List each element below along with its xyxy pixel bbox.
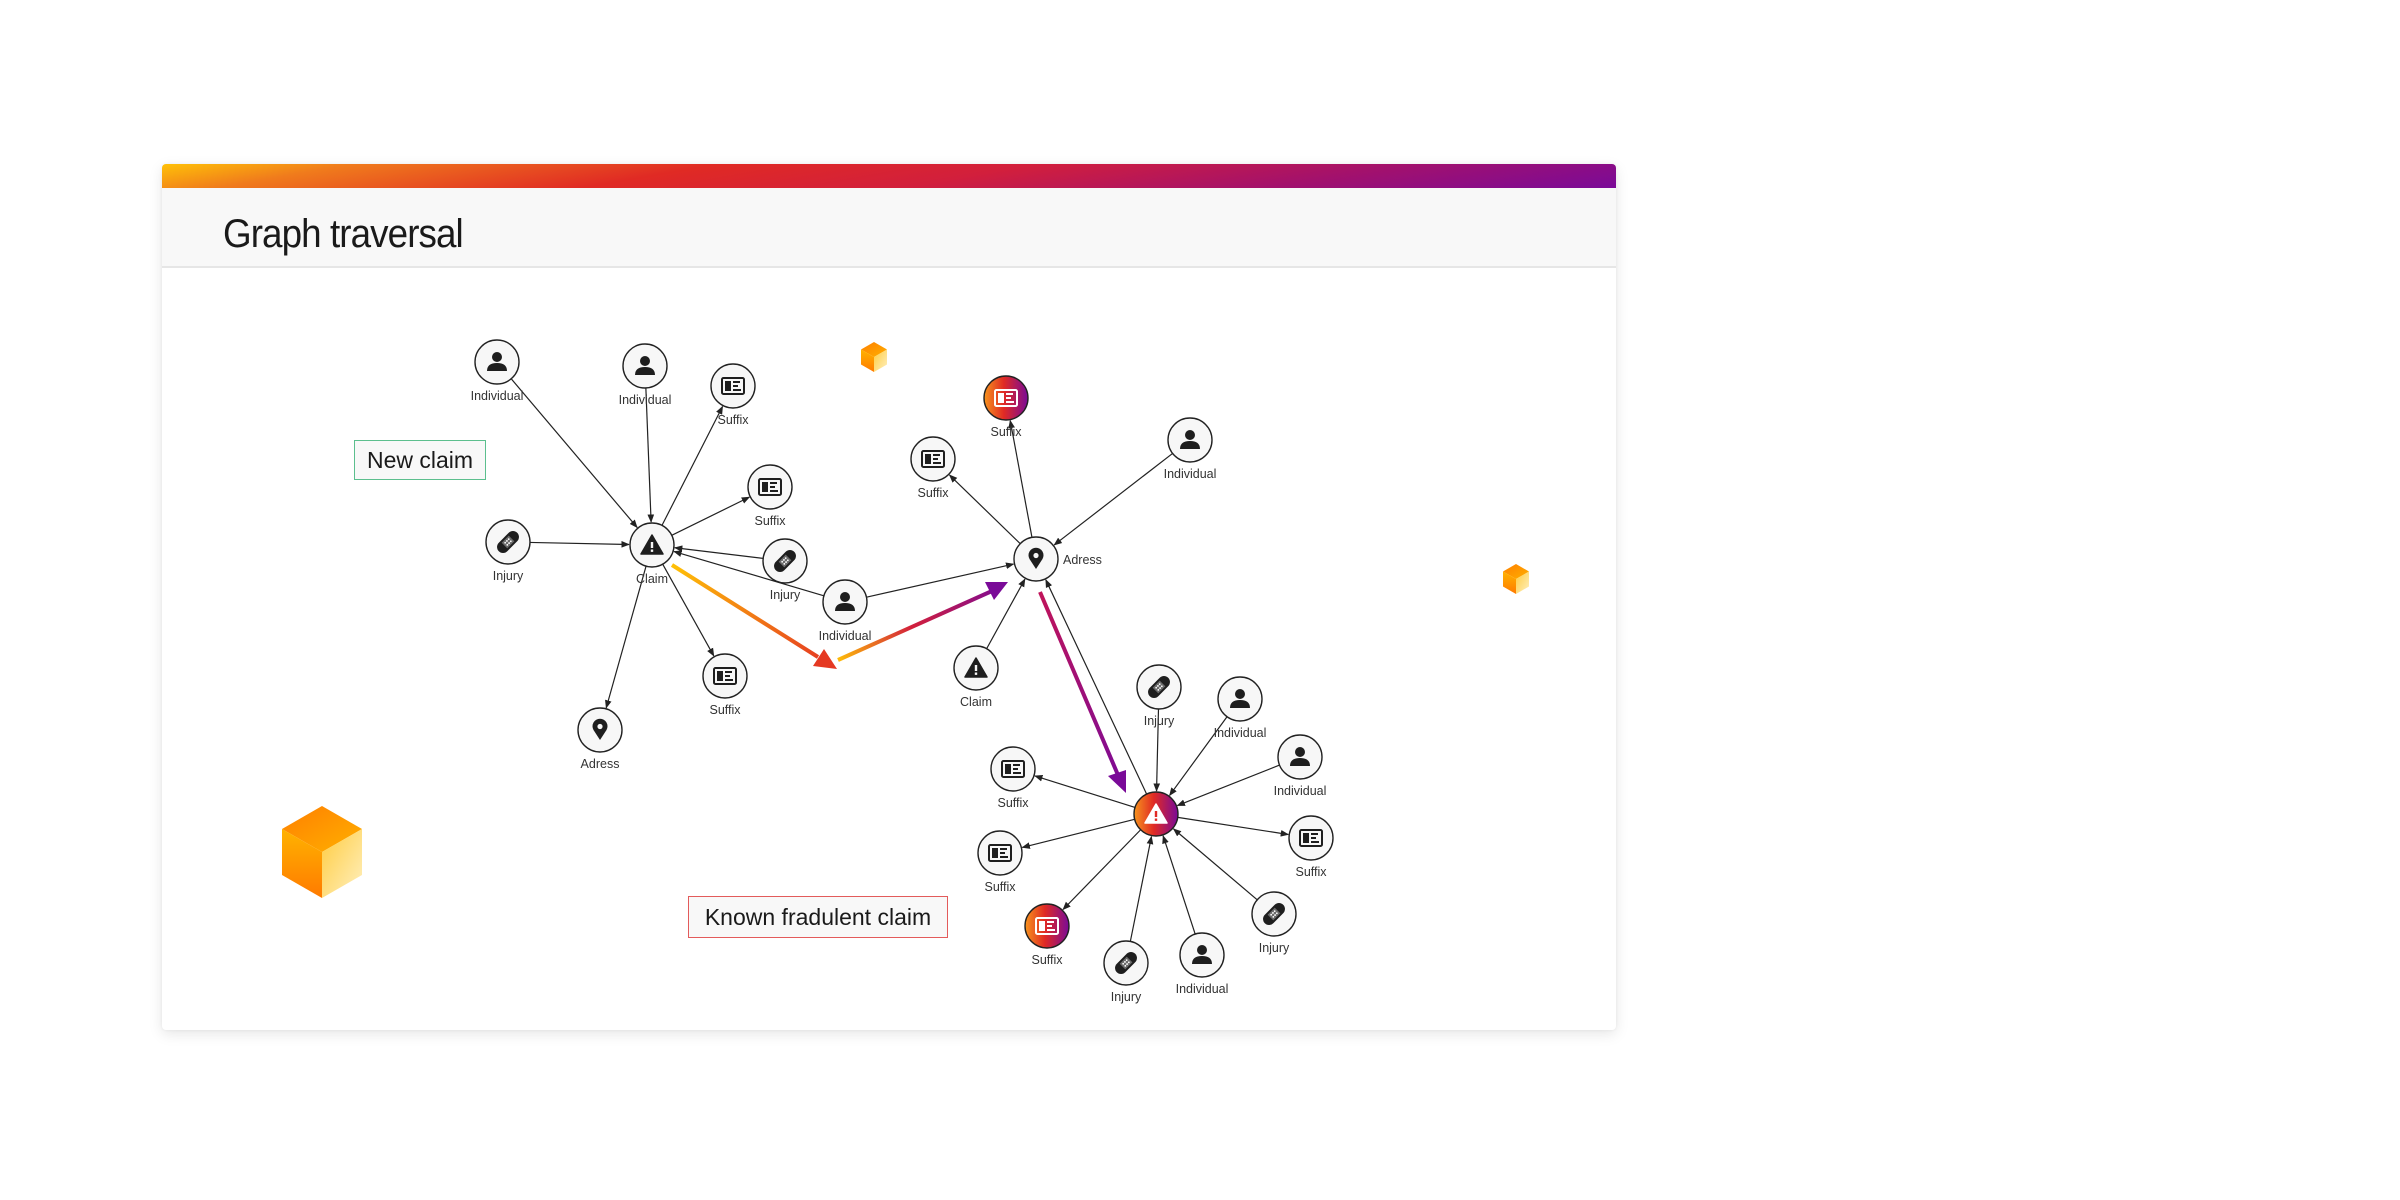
edge-i7-k1 <box>1162 835 1196 935</box>
node-label: Suffix <box>1295 865 1327 879</box>
node-label: Adress <box>581 757 620 771</box>
traversal-arrowhead-3 <box>1108 770 1126 793</box>
node-label: Individual <box>619 393 672 407</box>
node-label: Individual <box>1164 467 1217 481</box>
node-label: Injury <box>770 588 801 602</box>
node-individual-i5[interactable]: Individual <box>1214 676 1267 740</box>
new-claim-callout: New claim <box>354 440 486 480</box>
node-label: Suffix <box>717 413 749 427</box>
node-label: Individual <box>1214 726 1267 740</box>
traversal-arrowhead-1 <box>813 649 837 669</box>
node-injury-j4[interactable]: Injury <box>1251 891 1297 955</box>
node-label: Suffix <box>1031 953 1063 967</box>
node-individual-i7[interactable]: Individual <box>1176 932 1229 996</box>
node-label: Suffix <box>917 486 949 500</box>
node-suffix-s6[interactable]: Suffix <box>990 746 1036 810</box>
known-fraudulent-claim-callout: Known fradulent claim <box>688 896 948 938</box>
node-label: Individual <box>819 629 872 643</box>
node-suffix-s7[interactable]: Suffix <box>977 830 1023 894</box>
node-individual-i3[interactable]: Individual <box>819 579 872 643</box>
node-label: Suffix <box>990 425 1022 439</box>
cube-decoration-large <box>282 806 362 898</box>
node-individual-i4[interactable]: Individual <box>1164 417 1217 481</box>
edge-k1-s9 <box>1062 829 1142 911</box>
edge-a2-s5 <box>948 474 1021 545</box>
node-injury-j5[interactable]: Injury <box>1103 940 1149 1004</box>
node-adress-a1[interactable]: Adress <box>577 707 623 771</box>
node-label: Suffix <box>709 703 741 717</box>
node-label: Claim <box>960 695 992 709</box>
node-suffix-s2[interactable]: Suffix <box>747 464 793 528</box>
edge-j5-k1 <box>1129 835 1154 942</box>
traversal-arrow-3 <box>1038 591 1120 776</box>
node-label: Individual <box>471 389 524 403</box>
cube-decoration-small <box>861 342 887 372</box>
edge-c1-s2 <box>671 496 751 536</box>
node-suffix-s4[interactable]: Suffix <box>983 375 1029 439</box>
node-individual-i2[interactable]: Individual <box>619 343 672 407</box>
node-individual-i6[interactable]: Individual <box>1274 734 1327 798</box>
edge-k1-s7 <box>1021 818 1135 849</box>
node-injury-j2[interactable]: Injury <box>762 538 808 602</box>
node-label: Injury <box>1259 941 1290 955</box>
node-claim-c1[interactable]: Claim <box>629 522 675 586</box>
node-individual-i1[interactable]: Individual <box>471 339 524 403</box>
node-label: Suffix <box>984 880 1016 894</box>
edge-i2-c1 <box>645 387 655 523</box>
node-label: Individual <box>1176 982 1229 996</box>
edge-j1-c1 <box>529 541 630 548</box>
node-label: Injury <box>493 569 524 583</box>
edge-c1-s3 <box>662 563 715 657</box>
node-suffix-s9[interactable]: Suffix <box>1024 903 1070 967</box>
edge-j4-k1 <box>1172 828 1258 901</box>
node-suffix-s5[interactable]: Suffix <box>910 436 956 500</box>
node-adress-a2[interactable]: Adress <box>1013 536 1102 582</box>
edge-k1-s8 <box>1177 816 1290 837</box>
edge-j2-c1 <box>674 545 764 559</box>
edge-c1-s1 <box>661 405 724 526</box>
edge-i6-k1 <box>1176 764 1280 807</box>
node-label: Individual <box>1274 784 1327 798</box>
node-label: Adress <box>1063 553 1102 567</box>
node-label: Claim <box>636 572 668 586</box>
node-label: Suffix <box>754 514 786 528</box>
node-suffix-s8[interactable]: Suffix <box>1288 815 1334 879</box>
node-injury-j1[interactable]: Injury <box>485 519 531 583</box>
node-suffix-s3[interactable]: Suffix <box>702 653 748 717</box>
edge-k1-a2 <box>1045 579 1148 795</box>
cube-decoration-small <box>1503 564 1529 594</box>
edges-layer <box>510 378 1290 942</box>
node-label: Suffix <box>997 796 1029 810</box>
node-claim-k1[interactable] <box>1133 791 1179 837</box>
node-label: Injury <box>1144 714 1175 728</box>
node-injury-j3[interactable]: Injury <box>1136 664 1182 728</box>
node-claim-c2[interactable]: Claim <box>953 645 999 709</box>
edge-i4-a2 <box>1053 452 1173 546</box>
graph-canvas: ClaimIndividual Individual Suffix Suffix … <box>282 339 1529 1004</box>
node-suffix-s1[interactable]: Suffix <box>710 363 756 427</box>
node-label: Injury <box>1111 990 1142 1004</box>
edge-c1-a1 <box>605 566 647 709</box>
